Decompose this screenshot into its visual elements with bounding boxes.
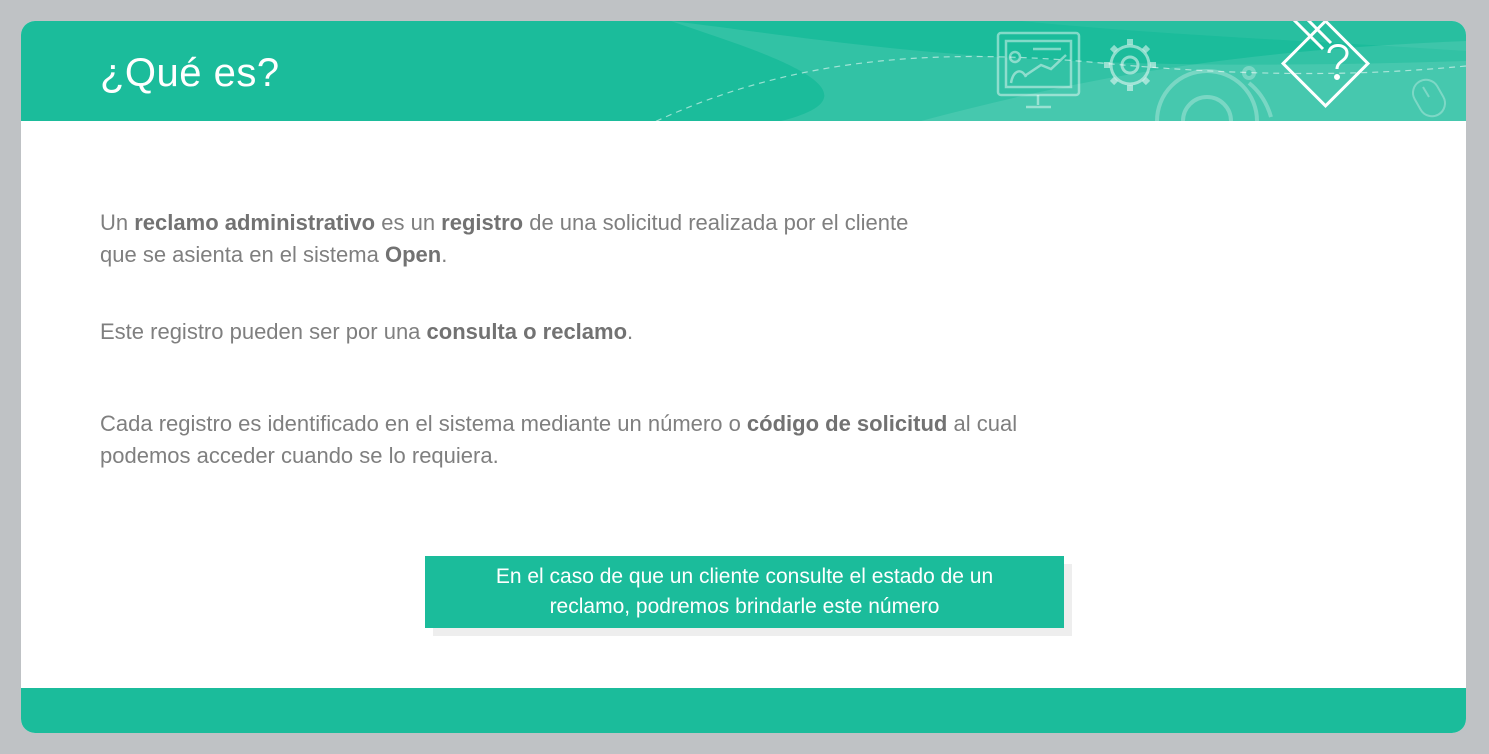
paragraph-definition: Un reclamo administrativo es un registro…	[100, 207, 1020, 271]
text-run: .	[441, 242, 448, 267]
bold-text: código de solicitud	[746, 411, 948, 436]
text-run: Un	[100, 210, 135, 235]
bold-text: reclamo administrativo	[134, 210, 376, 235]
callout-box: En el caso de que un cliente consulte el…	[425, 556, 1064, 628]
header-banner: ¿Qué es?	[21, 21, 1466, 121]
callout-line-2: reclamo, podremos brindarle este número	[549, 595, 940, 618]
text-run: es un	[375, 210, 442, 235]
text-run: .	[627, 319, 634, 344]
text-run: Cada registro es identificado en el sist…	[100, 411, 747, 436]
paragraph-identification: Cada registro es identificado en el sist…	[100, 408, 1140, 472]
page-title: ¿Qué es?	[100, 51, 280, 95]
bold-text: consulta o reclamo	[426, 319, 628, 344]
text-run: que se asienta en el sistema	[100, 242, 385, 267]
text-run: de una solicitud realizada por el client…	[523, 210, 909, 235]
paragraph-types: Este registro pueden ser por una consult…	[100, 316, 1020, 348]
text-run: podemos acceder cuando se lo requiera.	[100, 443, 499, 468]
text-run: al cual	[947, 411, 1018, 436]
callout-line-1: En el caso de que un cliente consulte el…	[495, 565, 994, 588]
bold-text: registro	[441, 210, 524, 235]
bold-text: Open	[384, 242, 442, 267]
footer-bar	[21, 688, 1466, 733]
text-run: Este registro pueden ser por una	[100, 319, 427, 344]
slide: ¿Qué es? Un reclamo administrativo es un…	[21, 21, 1466, 733]
